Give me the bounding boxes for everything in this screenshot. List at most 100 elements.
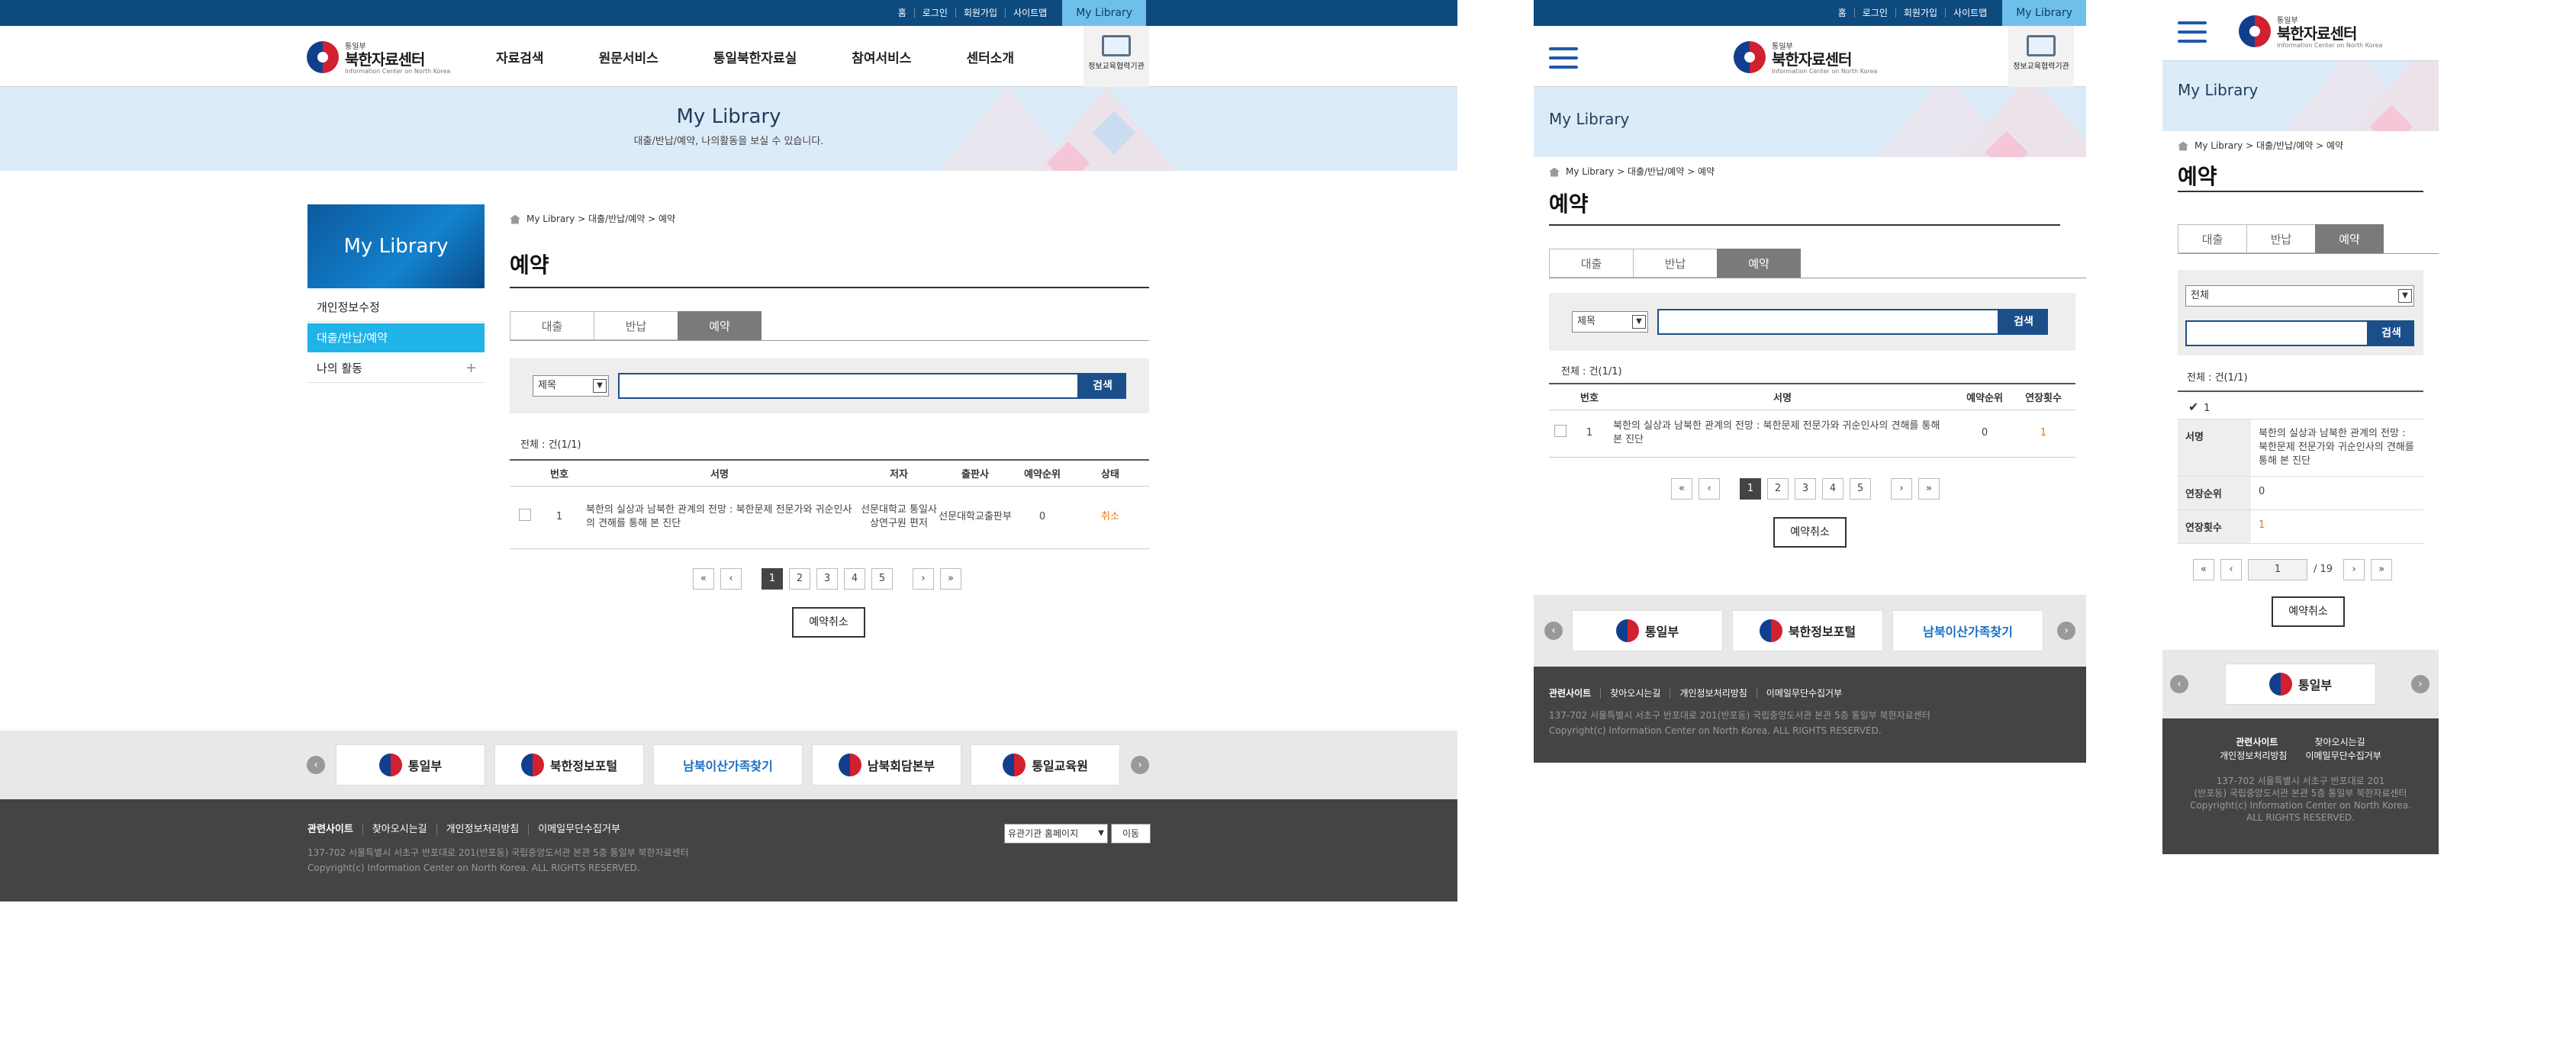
nav-about[interactable]: 센터소개 (966, 47, 1014, 66)
first-page-icon[interactable]: « (1671, 478, 1692, 500)
nav-room[interactable]: 통일북한자료실 (713, 47, 797, 66)
crumb-mid[interactable]: 대출/반납/예약 (588, 214, 645, 224)
first-page-icon[interactable]: « (693, 568, 714, 590)
prev-page-icon[interactable]: ‹ (2220, 559, 2242, 580)
search-input[interactable] (618, 373, 1079, 399)
lnb-item-loan[interactable]: 대출/반납/예약 (308, 323, 485, 352)
footer-related[interactable]: 관련사이트 (1549, 688, 1600, 699)
tab-reserve[interactable]: 예약 (1717, 249, 1801, 278)
page-5[interactable]: 5 (871, 568, 893, 590)
crumb-mid[interactable]: 대출/반납/예약 (2256, 140, 2313, 151)
banner-next-icon[interactable]: › (1131, 756, 1149, 774)
footer-privacy[interactable]: 개인정보처리방침 (1670, 688, 1757, 699)
page-input[interactable]: 1 (2248, 559, 2307, 580)
banner-family[interactable]: 남북이산가족찾기 (1892, 610, 2043, 651)
home-icon[interactable] (510, 214, 520, 224)
banner-talks[interactable]: 남북회담본부 (812, 744, 961, 786)
footer-directions[interactable]: 찾아오시는길 (2314, 737, 2365, 747)
cancel-reservation-button[interactable]: 예약취소 (2272, 596, 2345, 627)
banner-moe[interactable]: 통일부 (2225, 664, 2376, 705)
util-join[interactable]: 회원가입 (955, 8, 1005, 18)
banner-nkinfo[interactable]: 북한정보포털 (494, 744, 644, 786)
footer-directions[interactable]: 찾아오시는길 (1600, 688, 1670, 699)
prev-page-icon[interactable]: ‹ (1699, 478, 1720, 500)
tab-reserve[interactable]: 예약 (678, 311, 762, 340)
tab-loan[interactable]: 대출 (2178, 224, 2246, 253)
tab-loan[interactable]: 대출 (1549, 249, 1633, 278)
row-checkbox[interactable] (1554, 425, 1567, 437)
home-icon[interactable] (1549, 167, 1560, 177)
page-2[interactable]: 2 (1767, 478, 1789, 500)
page-4[interactable]: 4 (844, 568, 865, 590)
tab-return[interactable]: 반납 (1633, 249, 1717, 278)
next-page-icon[interactable]: › (1891, 478, 1912, 500)
my-library-link[interactable]: My Library (1062, 0, 1146, 26)
tab-loan[interactable]: 대출 (510, 311, 594, 340)
page-3[interactable]: 3 (816, 568, 838, 590)
util-home[interactable]: 홈 (1831, 8, 1854, 18)
page-2[interactable]: 2 (789, 568, 810, 590)
footer-directions[interactable]: 찾아오시는길 (362, 824, 436, 835)
util-join[interactable]: 회원가입 (1895, 8, 1945, 18)
util-login[interactable]: 로그인 (913, 8, 955, 18)
checkbox-checked-icon[interactable]: ✔ (2188, 400, 2201, 414)
row-checkbox[interactable] (519, 509, 531, 521)
my-library-link[interactable]: My Library (2002, 0, 2086, 26)
row-status[interactable]: 취소 (1071, 486, 1149, 549)
edu-link[interactable]: 정보교육협력기관 (2008, 26, 2074, 87)
banner-prev-icon[interactable]: ‹ (307, 756, 325, 774)
banner-prev-icon[interactable]: ‹ (2170, 675, 2188, 693)
menu-icon[interactable] (1549, 47, 1578, 69)
search-button[interactable]: 검색 (1999, 309, 2048, 335)
last-page-icon[interactable]: » (2371, 559, 2393, 580)
page-1[interactable]: 1 (762, 568, 783, 590)
prev-page-icon[interactable]: ‹ (720, 568, 742, 590)
lnb-item-profile[interactable]: 개인정보수정 (308, 293, 485, 322)
footer-related[interactable]: 관련사이트 (2236, 737, 2314, 747)
search-field-select[interactable]: 제목 ▼ (1572, 311, 1648, 333)
crumb-home[interactable]: My Library (526, 214, 575, 224)
row-title[interactable]: 북한의 실상과 남북한 관계의 전망 : 북한문제 전문가와 귀순인사의 견해를… (2251, 419, 2423, 476)
crumb-home[interactable]: My Library (2194, 140, 2243, 151)
banner-family[interactable]: 남북이산가족찾기 (653, 744, 803, 786)
search-field-select[interactable]: 제목 ▼ (533, 375, 609, 397)
search-field-select[interactable]: 전체 ▼ (2185, 285, 2414, 307)
footer-privacy[interactable]: 개인정보처리방침 (436, 824, 529, 835)
footer-related[interactable]: 관련사이트 (308, 824, 362, 835)
tab-reserve[interactable]: 예약 (2315, 224, 2384, 253)
banner-edu[interactable]: 통일교육원 (971, 744, 1120, 786)
crumb-home[interactable]: My Library (1566, 166, 1614, 177)
menu-icon[interactable] (2178, 21, 2207, 43)
nav-participate[interactable]: 참여서비스 (852, 47, 911, 66)
nav-fulltext[interactable]: 원문서비스 (599, 47, 658, 66)
last-page-icon[interactable]: » (940, 568, 961, 590)
lnb-item-activity[interactable]: 나의 활동 + (308, 354, 485, 383)
edu-link[interactable]: 정보교육협력기관 (1084, 26, 1149, 87)
footer-email[interactable]: 이메일무단수집거부 (1756, 688, 1852, 699)
search-button[interactable]: 검색 (2368, 320, 2414, 346)
banner-nkinfo[interactable]: 북한정보포털 (1732, 610, 1883, 651)
last-page-icon[interactable]: » (1918, 478, 1940, 500)
row-title[interactable]: 북한의 실상과 남북한 관계의 전망 : 북한문제 전문가와 귀순인사의 견해를… (1607, 410, 1958, 458)
crumb-mid[interactable]: 대출/반납/예약 (1628, 166, 1684, 177)
footer-privacy[interactable]: 개인정보처리방침 (2220, 750, 2305, 761)
site-logo[interactable]: 통일부 북한자료센터 Information Center on North K… (2239, 14, 2382, 49)
page-1[interactable]: 1 (1740, 478, 1761, 500)
tab-return[interactable]: 반납 (594, 311, 678, 340)
page-3[interactable]: 3 (1795, 478, 1816, 500)
search-input[interactable] (2185, 320, 2368, 346)
related-site-select[interactable]: 유관기관 홈페이지 ▼ (1004, 824, 1108, 844)
nav-search[interactable]: 자료검색 (496, 47, 544, 66)
cancel-reservation-button[interactable]: 예약취소 (1773, 517, 1847, 548)
cancel-reservation-button[interactable]: 예약취소 (792, 607, 865, 638)
util-sitemap[interactable]: 사이트맵 (1005, 8, 1055, 18)
site-logo[interactable]: 통일부 북한자료센터 Information Center on North K… (307, 40, 450, 75)
util-sitemap[interactable]: 사이트맵 (1945, 8, 1995, 18)
page-4[interactable]: 4 (1822, 478, 1843, 500)
tab-return[interactable]: 반납 (2246, 224, 2315, 253)
banner-next-icon[interactable]: › (2057, 622, 2075, 640)
util-login[interactable]: 로그인 (1853, 8, 1895, 18)
util-home[interactable]: 홈 (890, 8, 914, 18)
first-page-icon[interactable]: « (2193, 559, 2214, 580)
next-page-icon[interactable]: › (2343, 559, 2365, 580)
